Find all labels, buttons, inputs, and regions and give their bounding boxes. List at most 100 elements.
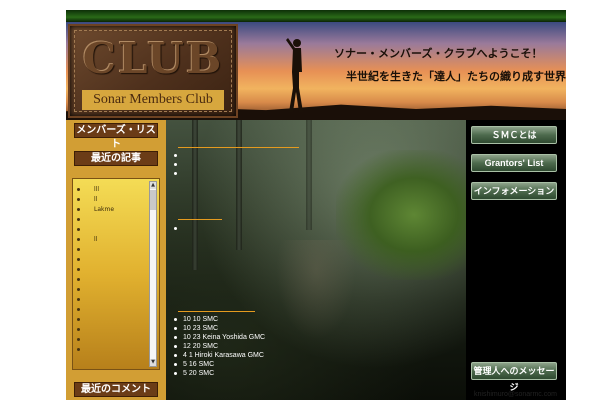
bullet-icon <box>77 208 80 211</box>
welcome-message: ソナー・メンバーズ・クラブへようこそ！ <box>334 47 543 60</box>
list-item-text: 10 10 SMC <box>183 316 219 323</box>
bullet-icon <box>77 348 80 351</box>
golfer-silhouette-icon <box>286 38 303 112</box>
bullet-icon <box>174 344 177 348</box>
bullet-icon <box>77 188 80 191</box>
list-item-text: 12 20 SMC <box>183 343 219 350</box>
page: CLUB Sonar Members Club ソナー・メンバーズ・クラブへよう… <box>66 10 566 400</box>
logo-title: CLUB <box>82 34 224 83</box>
list-item[interactable]: 12 20 SMC <box>174 342 265 351</box>
scroll-up-icon[interactable]: ▲ <box>150 182 156 189</box>
bullet-icon <box>174 326 177 330</box>
news-list <box>174 151 183 178</box>
bullet-icon <box>174 335 177 339</box>
list-item[interactable] <box>77 275 149 285</box>
contact-email[interactable]: knishimuro@sonarmc.com <box>474 391 557 398</box>
list-item[interactable] <box>174 160 183 169</box>
tree-trunk <box>306 120 312 230</box>
list-item[interactable]: ll <box>77 195 149 205</box>
recent-comments-heading: 最近のコメント <box>74 382 158 397</box>
information-button[interactable]: インフォメーション <box>471 182 557 200</box>
club-logo[interactable]: CLUB Sonar Members Club <box>68 24 238 118</box>
list-item[interactable]: Lakme <box>77 205 149 215</box>
list-item-text: 5 16 SMC <box>183 361 215 368</box>
bullet-icon <box>174 353 177 357</box>
list-item[interactable] <box>174 224 183 233</box>
list-item[interactable] <box>77 285 149 295</box>
bullet-icon <box>77 338 80 341</box>
list-item[interactable] <box>77 215 149 225</box>
bullet-icon <box>77 248 80 251</box>
section-title-events[interactable] <box>178 298 255 313</box>
members-list-button[interactable]: メンバーズ・リスト <box>74 123 158 150</box>
admin-message-button[interactable]: 管理人へのメッセージ <box>471 362 557 392</box>
list-item-text: 4 1 Hiroki Karasawa GMC <box>183 352 264 359</box>
list-item[interactable]: 5 20 SMC <box>174 369 265 378</box>
recent-articles-list: lll ll Lakme ll <box>77 185 149 355</box>
list-item[interactable] <box>77 335 149 345</box>
bullet-icon <box>174 317 177 321</box>
list-item[interactable] <box>174 151 183 160</box>
forest-path <box>276 240 356 340</box>
bullet-icon <box>77 238 80 241</box>
site-header: CLUB Sonar Members Club ソナー・メンバーズ・クラブへよう… <box>66 22 566 120</box>
logo-subtitle: Sonar Members Club <box>82 90 224 110</box>
list-item[interactable] <box>77 345 149 355</box>
list-item[interactable] <box>77 305 149 315</box>
smc-about-button[interactable]: ＳＭＣとは <box>471 126 557 144</box>
bullet-icon <box>77 198 80 201</box>
bullet-icon <box>174 371 177 375</box>
list-item[interactable]: 5 16 SMC <box>174 360 265 369</box>
scroll-down-icon[interactable]: ▼ <box>150 359 156 366</box>
bullet-icon <box>174 362 177 366</box>
list-item-text: ll <box>94 236 98 243</box>
bullet-icon <box>77 218 80 221</box>
bullet-icon <box>77 268 80 271</box>
list-item[interactable]: 4 1 Hiroki Karasawa GMC <box>174 351 265 360</box>
list-item[interactable]: lll <box>77 185 149 195</box>
bullet-icon <box>174 162 177 166</box>
bullet-icon <box>77 278 80 281</box>
list-item[interactable]: 10 23 Keina Yoshida GMC <box>174 333 265 342</box>
bullet-icon <box>77 328 80 331</box>
bullet-icon <box>174 153 177 157</box>
list-item[interactable] <box>77 255 149 265</box>
list-item[interactable] <box>174 169 183 178</box>
bullet-icon <box>77 228 80 231</box>
list-item[interactable]: 10 23 SMC <box>174 324 265 333</box>
recent-articles-scrollbar[interactable]: ▲ ▼ <box>149 181 157 367</box>
section-title-info[interactable] <box>178 206 222 221</box>
tagline: 半世紀を生きた「達人」たちの織り成す世界へ <box>346 70 566 83</box>
bullet-icon <box>174 171 177 175</box>
list-item-text: 10 23 Keina Yoshida GMC <box>183 334 266 341</box>
grantors-list-button[interactable]: Grantors' List <box>471 154 557 172</box>
bullet-icon <box>77 298 80 301</box>
scroll-thumb[interactable] <box>150 190 156 210</box>
list-item-text: lll <box>94 186 100 193</box>
info-list <box>174 224 183 233</box>
list-item-text: ll <box>94 196 98 203</box>
left-sidebar: メンバーズ・リスト 最近の記事 lll ll Lakme ll ▲ ▼ 最近のコメント <box>66 120 166 400</box>
bullet-icon <box>77 308 80 311</box>
list-item[interactable] <box>77 295 149 305</box>
right-nav: ＳＭＣとは Grantors' List インフォメーション 管理人へのメッセー… <box>466 120 566 400</box>
list-item[interactable] <box>77 245 149 255</box>
list-item-text: 10 23 SMC <box>183 325 219 332</box>
list-item[interactable]: 10 10 SMC <box>174 315 265 324</box>
list-item[interactable]: ll <box>77 235 149 245</box>
list-item-text: 5 20 SMC <box>183 370 215 377</box>
section-title-news[interactable] <box>178 134 299 149</box>
bullet-icon <box>77 288 80 291</box>
top-green-bar <box>66 10 566 22</box>
bullet-icon <box>174 226 177 230</box>
list-item[interactable] <box>77 325 149 335</box>
events-list: 10 10 SMC 10 23 SMC 10 23 Keina Yoshida GM… <box>174 315 265 378</box>
recent-articles-box: lll ll Lakme ll ▲ ▼ <box>72 178 160 370</box>
list-item[interactable] <box>77 315 149 325</box>
list-item[interactable] <box>77 265 149 275</box>
bullet-icon <box>77 318 80 321</box>
recent-articles-heading: 最近の記事 <box>74 151 158 166</box>
main-content: 10 10 SMC 10 23 SMC 10 23 Keina Yoshida GM… <box>166 120 466 400</box>
list-item-text: Lakme <box>94 206 115 213</box>
list-item[interactable] <box>77 225 149 235</box>
